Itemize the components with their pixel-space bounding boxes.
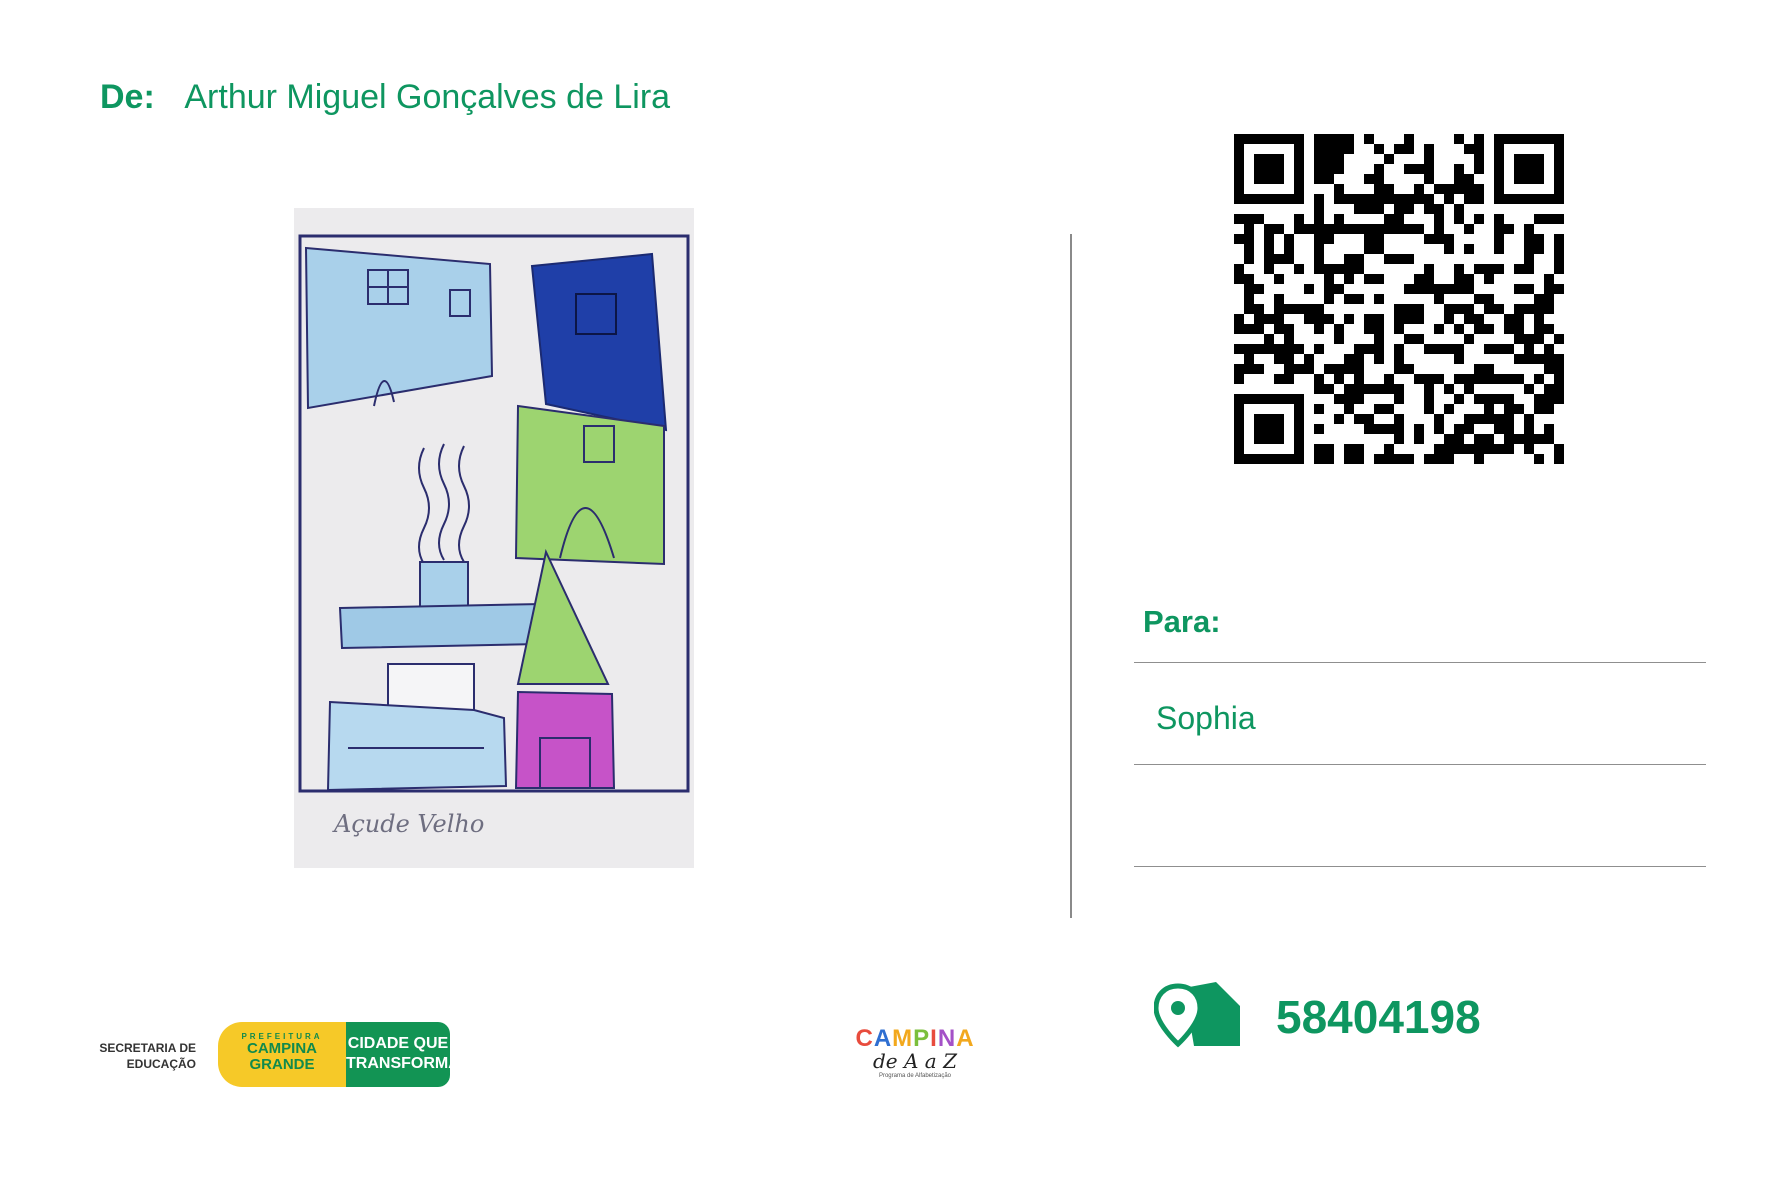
child-drawing: Açude Velho bbox=[294, 208, 694, 868]
program-title-letter: I bbox=[930, 1025, 938, 1052]
slogan-badge: CIDADE QUE TRANSFORMA bbox=[346, 1022, 460, 1087]
sender-name: Arthur Miguel Gonçalves de Lira bbox=[184, 78, 671, 116]
prefeitura-logo: PREFEITURA CAMPINA GRANDE bbox=[218, 1022, 346, 1087]
program-title-letter: N bbox=[937, 1025, 957, 1052]
qr-code[interactable] bbox=[1234, 134, 1564, 464]
drawing-caption: Açude Velho bbox=[332, 810, 484, 838]
postal-code: 58404198 bbox=[1276, 991, 1481, 1043]
sender-line: De: Arthur Miguel Gonçalves de Lira bbox=[100, 78, 670, 117]
recipient-name: Sophia bbox=[1156, 700, 1256, 736]
sender-label: De: bbox=[100, 78, 155, 116]
address-line-1 bbox=[1134, 662, 1706, 663]
prefeitura-name: CAMPINA GRANDE bbox=[247, 1040, 317, 1073]
address-line-2 bbox=[1134, 764, 1706, 765]
program-title-letter: C bbox=[855, 1025, 874, 1052]
program-title-letter: P bbox=[913, 1025, 931, 1052]
program-title-letter: M bbox=[892, 1025, 914, 1052]
location-house-icon bbox=[1154, 982, 1240, 1048]
address-line-3 bbox=[1134, 866, 1706, 867]
program-logo: CAMPINA de A a Z Programa de Alfabetizaç… bbox=[850, 1025, 980, 1091]
program-title-letter: A bbox=[873, 1025, 893, 1052]
vertical-divider bbox=[1070, 234, 1072, 918]
program-title-letter: A bbox=[956, 1025, 975, 1052]
recipient-label: Para: bbox=[1143, 604, 1221, 639]
secretaria-label: SECRETARIA DE EDUCAÇÃO bbox=[99, 1041, 196, 1071]
program-tagline: Programa de Alfabetização bbox=[878, 1073, 952, 1079]
